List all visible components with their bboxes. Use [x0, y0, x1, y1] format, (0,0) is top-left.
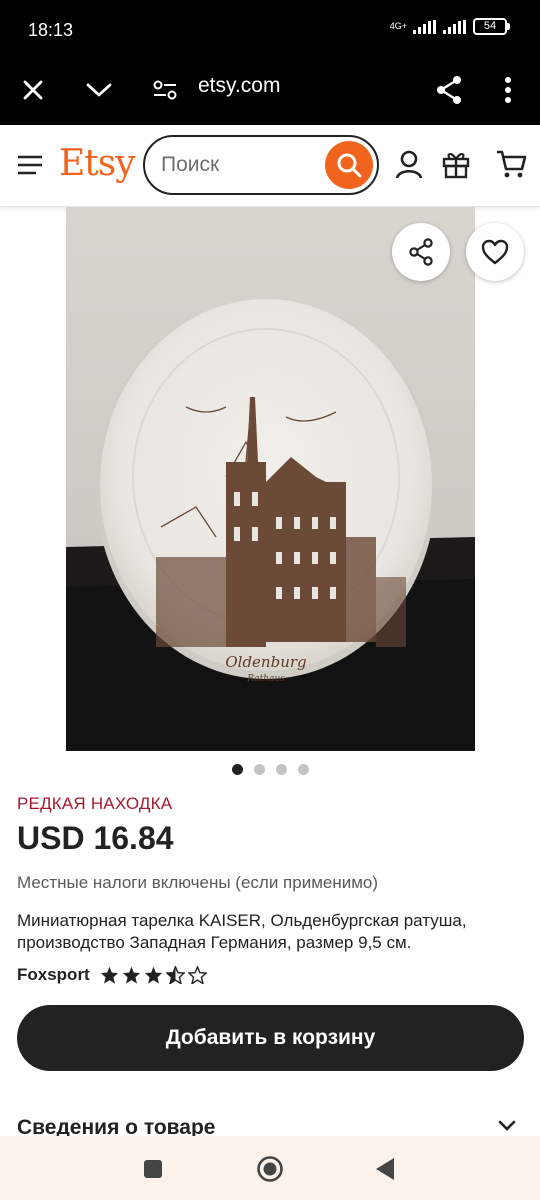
star-full-icon	[100, 966, 118, 984]
chevron-down-icon	[498, 1120, 516, 1131]
product-title: Миниатюрная тарелка KAISER, Ольденбургск…	[17, 911, 467, 952]
star-empty-icon	[187, 966, 207, 984]
rare-find-badge: РЕДКАЯ НАХОДКА	[17, 794, 173, 813]
menu-icon[interactable]	[14, 151, 46, 179]
product-image[interactable]: Oldenburg Rathaus	[66, 207, 475, 751]
system-nav-bar	[0, 1136, 540, 1200]
battery-icon: 54	[473, 18, 510, 35]
url-text[interactable]: etsy.com	[198, 74, 280, 98]
back-icon[interactable]	[370, 1154, 400, 1184]
gallery-dots	[232, 764, 309, 775]
plate-text: Oldenburg	[225, 653, 306, 671]
account-icon[interactable]	[393, 149, 425, 181]
home-icon[interactable]	[255, 1154, 285, 1184]
add-to-cart-button[interactable]: Добавить в корзину	[17, 1005, 524, 1071]
battery-level: 54	[473, 18, 507, 35]
seller-row: Foxsport	[17, 965, 207, 985]
share-icon[interactable]	[429, 70, 469, 110]
gallery-dot[interactable]	[298, 764, 309, 775]
search-bar[interactable]	[143, 135, 379, 195]
favorite-button[interactable]	[466, 223, 524, 281]
gallery-dot[interactable]	[232, 764, 243, 775]
star-full-icon	[122, 966, 140, 984]
more-vert-icon[interactable]	[488, 70, 528, 110]
rating-stars[interactable]	[100, 966, 207, 984]
plate-subtext: Rathaus	[246, 674, 285, 684]
search-input[interactable]	[161, 151, 321, 179]
status-bar: 18:13 4G+ 54	[0, 0, 540, 58]
star-full-icon	[144, 966, 162, 984]
share-button[interactable]	[392, 223, 450, 281]
close-icon[interactable]	[13, 70, 53, 110]
browser-toolbar: etsy.com	[0, 58, 540, 125]
item-details-toggle[interactable]: Сведения о товаре	[0, 1112, 540, 1138]
star-half-icon	[165, 966, 185, 984]
signal-icon	[413, 19, 436, 34]
chevron-down-icon[interactable]	[79, 70, 119, 110]
cart-icon[interactable]	[493, 147, 529, 181]
item-details-heading: Сведения о товаре	[17, 1116, 216, 1138]
site-header: Etsy	[0, 125, 540, 207]
status-indicators: 4G+ 54	[390, 18, 510, 35]
search-icon	[337, 153, 362, 178]
gallery-dot[interactable]	[254, 764, 265, 775]
share-icon	[409, 238, 433, 266]
etsy-logo[interactable]: Etsy	[59, 143, 136, 184]
signal-icon-2	[443, 19, 466, 34]
network-type: 4G+	[389, 21, 407, 31]
status-time: 18:13	[28, 20, 74, 40]
tax-note: Местные налоги включены (если применимо)	[17, 873, 379, 892]
heart-icon	[481, 239, 509, 265]
recents-icon[interactable]	[138, 1154, 168, 1184]
seller-name[interactable]: Foxsport	[17, 965, 90, 985]
search-button[interactable]	[325, 141, 373, 189]
product-price: USD 16.84	[17, 820, 174, 856]
gallery-dot[interactable]	[276, 764, 287, 775]
gift-icon[interactable]	[439, 147, 473, 181]
site-settings-icon[interactable]	[145, 70, 185, 110]
